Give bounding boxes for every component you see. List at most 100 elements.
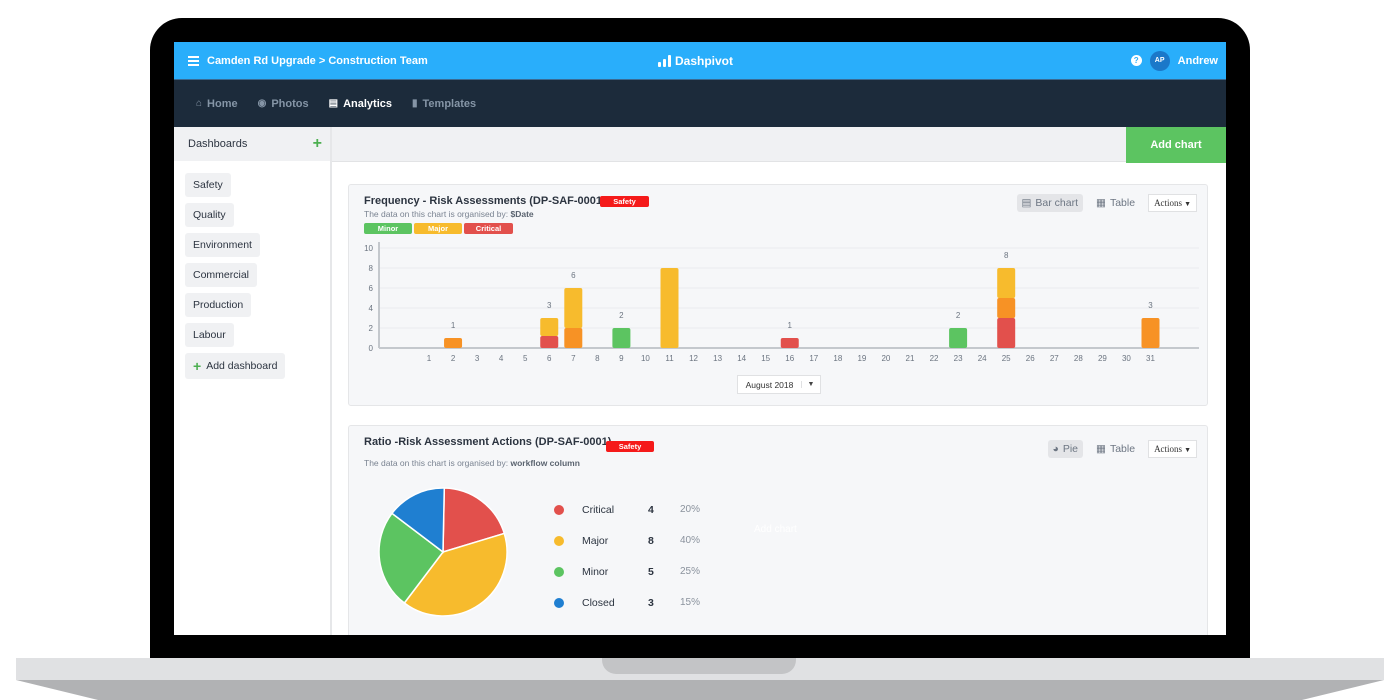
nav-item-analytics[interactable]: ▤ Analytics xyxy=(329,98,392,110)
avatar[interactable]: AP xyxy=(1149,50,1170,71)
help-icon[interactable]: ? xyxy=(1130,55,1142,66)
laptop-base-bottom xyxy=(16,680,1384,700)
sidebar-item-safety[interactable]: Safety xyxy=(185,173,231,197)
ratio-pie-chart xyxy=(378,487,508,617)
legend-dot-minor xyxy=(554,566,564,577)
x-tick-label: 23 xyxy=(954,354,963,363)
x-tick-label: 19 xyxy=(857,354,866,363)
view-label: Table xyxy=(1109,443,1136,455)
nav-label: Templates xyxy=(422,97,477,110)
table-view-button[interactable]: ▦ Table xyxy=(1091,440,1140,458)
x-tick-label: 20 xyxy=(881,354,890,363)
x-tick-label: 14 xyxy=(737,354,746,363)
add-dashboard-plus-icon[interactable]: + xyxy=(313,136,322,152)
x-tick-label: 13 xyxy=(713,354,722,363)
y-tick-label: 10 xyxy=(364,244,373,253)
legend-count: 5 xyxy=(648,565,654,578)
chart-tools: ◕ Pie ▦ Table Actions ▼ xyxy=(1047,440,1197,458)
x-tick-label: 9 xyxy=(619,354,624,363)
legend-critical[interactable]: Critical xyxy=(464,223,513,234)
breadcrumb[interactable]: Camden Rd Upgrade > Construction Team xyxy=(207,55,428,67)
bar-segment-major xyxy=(540,318,559,336)
brand-logo[interactable]: Dashpivot xyxy=(658,42,733,79)
user-name[interactable]: Andrew xyxy=(1178,55,1218,67)
x-tick-label: 16 xyxy=(785,354,794,363)
x-tick-label: 31 xyxy=(1146,354,1155,363)
actions-label: Actions xyxy=(1154,444,1183,454)
legend-major[interactable]: Major xyxy=(414,223,462,234)
month-select-value: August 2018 xyxy=(745,379,794,390)
nav-label: Analytics xyxy=(343,97,392,110)
laptop-notch xyxy=(602,658,796,674)
hamburger-menu-icon[interactable] xyxy=(188,55,199,66)
nav-item-home[interactable]: ⌂ Home xyxy=(196,98,238,110)
add-chart-button[interactable]: Add chart xyxy=(1126,127,1226,163)
legend-label: Major xyxy=(582,534,609,547)
bar-segment-minor xyxy=(949,328,968,348)
x-tick-label: 21 xyxy=(906,354,915,363)
actions-dropdown[interactable]: Actions ▼ xyxy=(1148,194,1197,212)
sidebar-item-environment[interactable]: Environment xyxy=(185,233,260,257)
legend-dot-major xyxy=(554,535,564,546)
card-subtitle: The data on this chart is organised by: … xyxy=(364,458,580,468)
x-tick-label: 8 xyxy=(595,354,600,363)
legend-percent: 15% xyxy=(680,597,701,608)
card-title: Frequency - Risk Assessments (DP-SAF-000… xyxy=(364,195,606,207)
view-label: Table xyxy=(1109,197,1136,209)
view-label: Pie xyxy=(1062,443,1079,455)
bar-chart-icon: ▤ xyxy=(1021,197,1032,209)
safety-tag: Safety xyxy=(600,196,649,207)
ghost-add-chart-text: Add chart xyxy=(754,524,797,535)
content-toolbar: Add chart xyxy=(332,127,1226,163)
camera-icon: ◉ xyxy=(257,98,267,109)
x-tick-label: 5 xyxy=(523,354,528,363)
sidebar-item-commercial[interactable]: Commercial xyxy=(185,263,258,287)
chevron-down-icon[interactable]: ▼ xyxy=(801,381,820,388)
content-area: Add chart Frequency - Risk Assessments (… xyxy=(332,127,1226,635)
pie-legend-row: Critical 4 20% xyxy=(554,494,700,525)
frequency-bar-chart: 02468101 213 4 5 63768 9210 11 12 13 14 15 16117 18 1… xyxy=(364,242,1199,363)
frequency-chart-card: Frequency - Risk Assessments (DP-SAF-000… xyxy=(348,184,1208,406)
pie-view-button[interactable]: ◕ Pie xyxy=(1047,440,1084,458)
data-label: 6 xyxy=(571,271,576,280)
pie-legend: Critical 4 20% Major 8 40% Minor 5 25% C… xyxy=(554,494,700,618)
table-view-button[interactable]: ▦ Table xyxy=(1091,194,1140,212)
chevron-down-icon: ▼ xyxy=(1184,446,1191,454)
main-nav: ⌂ Home ◉ Photos ▤ Analytics ▮ Templates xyxy=(174,79,1226,127)
app-screen: Camden Rd Upgrade > Construction Team Da… xyxy=(174,42,1226,635)
month-select[interactable]: August 2018 ▼ xyxy=(737,375,821,394)
bar-segment-minor xyxy=(612,328,631,348)
home-icon: ⌂ xyxy=(196,98,203,109)
x-tick-label: 11 xyxy=(665,354,674,363)
legend-percent: 40% xyxy=(680,535,701,546)
sidebar-item-labour[interactable]: Labour xyxy=(185,323,234,347)
y-tick-label: 0 xyxy=(369,344,374,353)
nav-item-photos[interactable]: ◉ Photos xyxy=(258,98,309,110)
legend-dot-critical xyxy=(554,504,564,515)
chart-icon: ▤ xyxy=(328,98,339,109)
legend-count: 3 xyxy=(648,596,654,609)
bar-chart-view-button[interactable]: ▤ Bar chart xyxy=(1016,194,1084,212)
x-tick-label: 27 xyxy=(1050,354,1059,363)
x-tick-label: 1 xyxy=(427,354,432,363)
add-dashboard-button[interactable]: + Add dashboard xyxy=(185,353,286,379)
nav-item-templates[interactable]: ▮ Templates xyxy=(412,98,476,110)
actions-dropdown[interactable]: Actions ▼ xyxy=(1148,440,1197,458)
bar-segment-major xyxy=(997,268,1016,298)
chart-tools: ▤ Bar chart ▦ Table Actions ▼ xyxy=(1016,194,1197,212)
sidebar-item-quality[interactable]: Quality xyxy=(185,203,234,227)
sidebar-item-production[interactable]: Production xyxy=(185,293,252,317)
card-title: Ratio -Risk Assessment Actions (DP-SAF-0… xyxy=(364,436,612,448)
main-area: Dashboards + Safety Quality Environment … xyxy=(174,127,1226,635)
dashboard-list: Safety Quality Environment Commercial Pr… xyxy=(174,161,330,385)
legend-dot-closed xyxy=(554,597,564,608)
legend-minor[interactable]: Minor xyxy=(364,223,412,234)
ratio-chart-card: Ratio -Risk Assessment Actions (DP-SAF-0… xyxy=(348,425,1208,635)
bar-segment-orange xyxy=(1141,318,1160,348)
subtitle-field: workflow column xyxy=(510,458,580,468)
y-tick-label: 6 xyxy=(369,284,374,293)
x-tick-label: 6 xyxy=(547,354,552,363)
bar-segment-orange xyxy=(444,338,463,348)
safety-tag: Safety xyxy=(606,441,654,452)
pie-legend-row: Minor 5 25% xyxy=(554,556,700,587)
